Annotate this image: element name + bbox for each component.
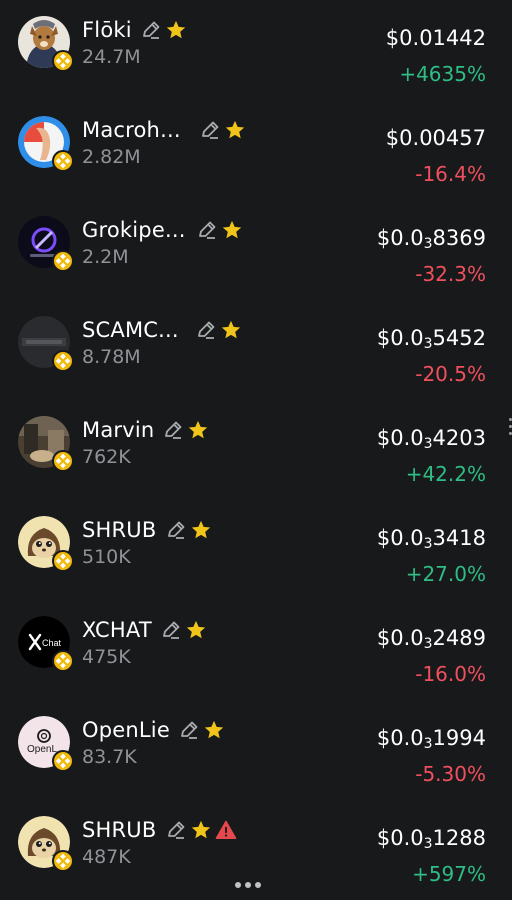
price-change: -20.5%	[415, 362, 486, 386]
token-price: $0.035452	[376, 326, 486, 352]
warning-icon[interactable]	[215, 819, 237, 841]
bnb-chain-icon	[52, 450, 74, 472]
price-change: -32.3%	[415, 262, 486, 286]
star-icon[interactable]	[220, 319, 242, 341]
star-icon[interactable]	[165, 19, 187, 41]
token-price: $0.038369	[376, 226, 486, 252]
bnb-chain-icon	[52, 350, 74, 372]
holder-count: 762K	[82, 446, 131, 468]
bnb-chain-icon	[52, 750, 74, 772]
edit-icon[interactable]	[140, 19, 162, 41]
token-row[interactable]: Marvin 762K $0.034203 +42.2%	[0, 400, 512, 500]
token-name: OpenLie	[82, 718, 170, 742]
token-name: Marvin	[82, 418, 155, 442]
star-icon[interactable]	[221, 219, 243, 241]
token-name: XCHAT	[82, 618, 152, 642]
token-price: $0.031994	[376, 726, 486, 752]
star-icon[interactable]	[187, 419, 209, 441]
token-price: $0.00457	[385, 126, 486, 150]
token-row[interactable]: Chat XCHAT 475K $0.032489 -16.0%	[0, 600, 512, 700]
token-row[interactable]: SHRUB 510K $0.033418 +27.0%	[0, 500, 512, 600]
price-change: -16.0%	[415, 662, 486, 686]
bnb-chain-icon	[52, 550, 74, 572]
star-icon[interactable]	[185, 619, 207, 641]
token-price: $0.031288	[376, 826, 486, 852]
token-price: $0.034203	[376, 426, 486, 452]
bnb-chain-icon	[52, 150, 74, 172]
token-price: $0.033418	[376, 526, 486, 552]
holder-count: 510K	[82, 546, 131, 568]
edit-icon[interactable]	[162, 419, 184, 441]
price-change: +4635%	[399, 62, 486, 86]
holder-count: 24.7M	[82, 46, 141, 68]
svg-text:OpenL: OpenL	[27, 744, 57, 755]
token-name: Grokipe...	[82, 218, 186, 242]
star-icon[interactable]	[190, 519, 212, 541]
edit-icon[interactable]	[165, 519, 187, 541]
holder-count: 487K	[82, 846, 131, 868]
token-row[interactable]: OpenL OpenLie 83.7K $0.031994 -5.30%	[0, 700, 512, 800]
edit-icon[interactable]	[195, 319, 217, 341]
token-name: SCAMC...	[82, 318, 179, 342]
bnb-chain-icon	[52, 650, 74, 672]
edit-icon[interactable]	[196, 219, 218, 241]
edit-icon[interactable]	[160, 619, 182, 641]
price-change: -16.4%	[415, 162, 486, 186]
token-row[interactable]: SCAMC... 8.78M $0.035452 -20.5%	[0, 300, 512, 400]
token-name: Macroh...	[82, 118, 181, 142]
holder-count: 2.2M	[82, 246, 129, 268]
token-price: $0.01442	[385, 26, 486, 50]
holder-count: 8.78M	[82, 346, 141, 368]
holder-count: 475K	[82, 646, 131, 668]
token-name: Flōki	[82, 18, 132, 42]
holder-count: 2.82M	[82, 146, 141, 168]
more-indicator-icon[interactable]	[235, 882, 265, 888]
token-row[interactable]: Macroh... 2.82M $0.00457 -16.4%	[0, 100, 512, 200]
bnb-chain-icon	[52, 250, 74, 272]
edit-icon[interactable]	[165, 819, 187, 841]
svg-text:Chat: Chat	[42, 638, 62, 648]
bnb-chain-icon	[52, 50, 74, 72]
token-name: SHRUB	[82, 818, 157, 842]
token-row[interactable]: Flōki 24.7M $0.01442 +4635%	[0, 0, 512, 100]
edit-icon[interactable]	[178, 719, 200, 741]
token-list: Flōki 24.7M $0.01442 +4635% Macroh... 2.…	[0, 0, 512, 900]
star-icon[interactable]	[190, 819, 212, 841]
price-change: +27.0%	[405, 562, 486, 586]
token-row[interactable]: Grokipe... 2.2M $0.038369 -32.3%	[0, 200, 512, 300]
token-price: $0.032489	[376, 626, 486, 652]
token-name: SHRUB	[82, 518, 157, 542]
bnb-chain-icon	[52, 850, 74, 872]
edit-icon[interactable]	[199, 119, 221, 141]
holder-count: 83.7K	[82, 746, 137, 768]
star-icon[interactable]	[224, 119, 246, 141]
price-change: +42.2%	[405, 462, 486, 486]
star-icon[interactable]	[203, 719, 225, 741]
price-change: +597%	[412, 862, 486, 886]
price-change: -5.30%	[415, 762, 486, 786]
